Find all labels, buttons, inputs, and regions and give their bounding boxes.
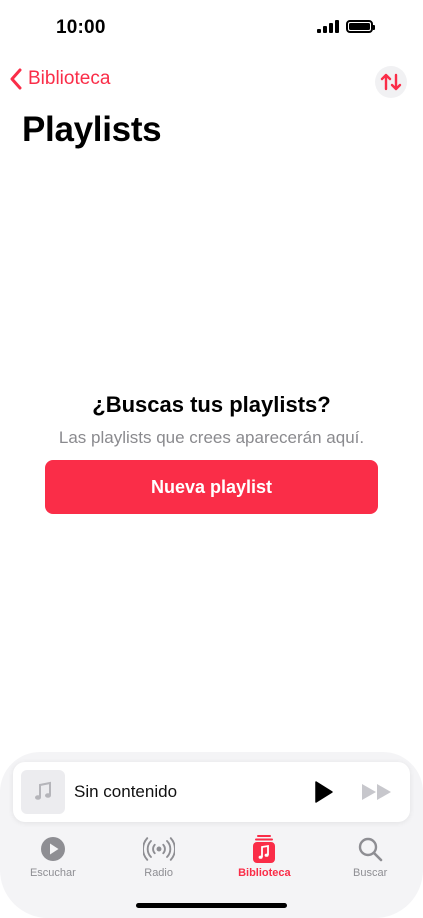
- sort-arrows-icon: [380, 73, 402, 91]
- status-icons: [317, 20, 375, 33]
- play-circle-icon: [37, 834, 69, 864]
- tab-biblioteca[interactable]: Biblioteca: [212, 832, 318, 884]
- sort-button[interactable]: [375, 66, 407, 98]
- mini-player[interactable]: Sin contenido: [13, 762, 410, 822]
- new-playlist-button[interactable]: Nueva playlist: [45, 460, 378, 514]
- tab-buscar-label: Buscar: [353, 867, 388, 879]
- radio-waves-icon: [142, 834, 175, 864]
- fast-forward-button[interactable]: [360, 782, 394, 802]
- page-title: Playlists: [22, 110, 162, 149]
- music-note-icon: [35, 781, 51, 800]
- play-button[interactable]: [311, 780, 335, 804]
- chevron-left-icon: [10, 68, 22, 90]
- status-time: 10:00: [56, 17, 106, 38]
- empty-state: ¿Buscas tus playlists? Las playlists que…: [0, 392, 423, 448]
- cellular-signal-icon: [317, 20, 339, 33]
- library-music-icon: [248, 834, 280, 864]
- search-icon: [354, 834, 386, 864]
- status-bar: 10:00: [0, 0, 423, 60]
- tab-radio[interactable]: Radio: [106, 832, 212, 884]
- tab-buscar[interactable]: Buscar: [317, 832, 423, 884]
- tab-radio-label: Radio: [144, 867, 173, 879]
- mini-player-title: Sin contenido: [74, 782, 178, 801]
- battery-icon: [346, 20, 375, 33]
- tab-escuchar[interactable]: Escuchar: [0, 832, 106, 884]
- play-icon: [315, 781, 333, 803]
- empty-state-subtitle: Las playlists que crees aparecerán aquí.: [58, 428, 365, 447]
- back-button[interactable]: Biblioteca: [9, 68, 110, 90]
- empty-state-title: ¿Buscas tus playlists?: [92, 392, 331, 417]
- tab-biblioteca-label: Biblioteca: [238, 867, 291, 879]
- fast-forward-icon: [362, 784, 391, 800]
- mini-player-artwork: [21, 770, 65, 814]
- home-indicator[interactable]: [136, 903, 287, 908]
- tab-bar: Escuchar Radio Biblioteca Buscar: [0, 832, 423, 884]
- tab-escuchar-label: Escuchar: [29, 867, 76, 879]
- back-button-label: Biblioteca: [28, 68, 111, 89]
